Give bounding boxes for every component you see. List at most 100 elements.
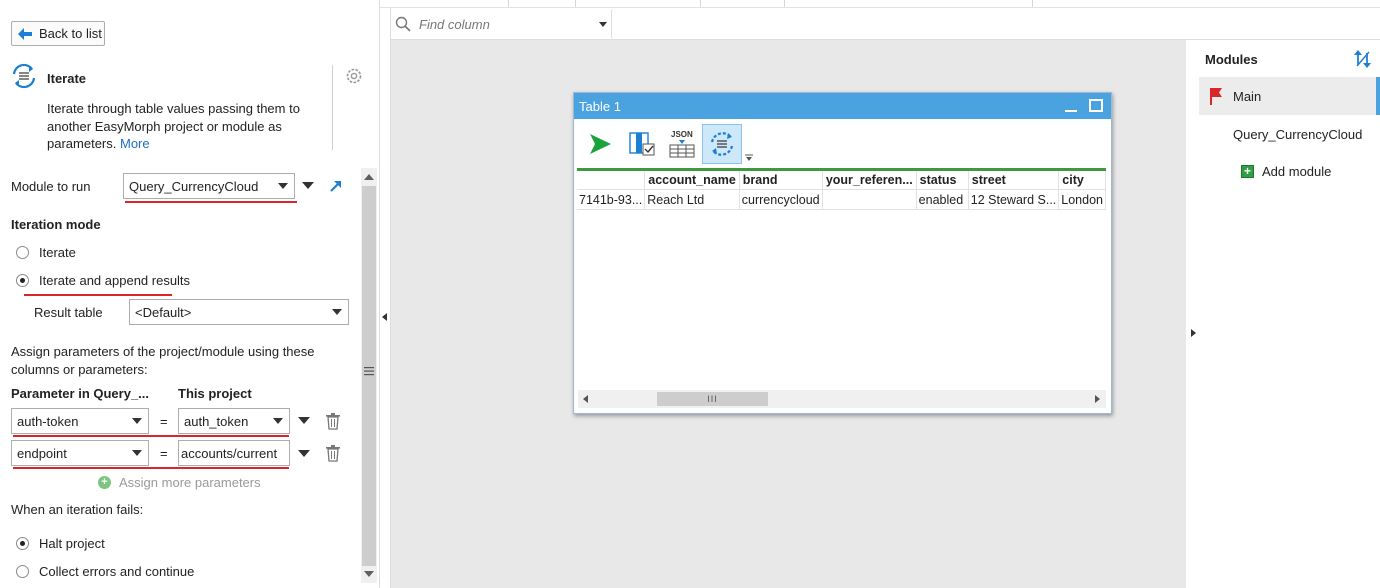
radio-iterate-append-label: Iterate and append results: [39, 273, 191, 288]
run-button[interactable]: [580, 124, 620, 164]
assign-more-parameters-button[interactable]: + Assign more parameters: [98, 475, 261, 490]
module-item-query-currencycloud[interactable]: Query_CurrencyCloud: [1199, 115, 1380, 153]
chevron-down-icon: [132, 450, 142, 456]
table-cell[interactable]: enabled: [916, 189, 969, 210]
add-square-icon: +: [1241, 165, 1254, 178]
radio-circle-selected: [16, 537, 29, 550]
json-table-icon: JSON: [669, 130, 695, 158]
radio-collect-errors-label: Collect errors and continue: [39, 564, 195, 579]
table-cell[interactable]: 12 Steward S...: [968, 189, 1060, 210]
table-cell[interactable]: [822, 189, 917, 210]
param-options-dropdown-icon[interactable]: [298, 450, 310, 457]
resize-grip-icon[interactable]: [364, 367, 374, 376]
failure-heading: When an iteration fails:: [11, 502, 144, 517]
action-settings-panel: Back to list Iterate Iterate through tab…: [0, 0, 380, 588]
table-window[interactable]: Table 1 JSON account_name brand your_ref…: [573, 92, 1112, 414]
annotation-underline: [125, 201, 297, 203]
iterate-action-button[interactable]: [702, 124, 742, 164]
right-panel-collapse-strip[interactable]: [1186, 40, 1199, 588]
radio-halt-project[interactable]: Halt project: [16, 536, 105, 551]
find-column-placeholder: Find column: [419, 16, 490, 32]
search-icon: [395, 16, 411, 32]
param-value: auth_token: [184, 413, 249, 429]
column-header[interactable]: your_referen...: [822, 168, 917, 190]
radio-iterate-label: Iterate: [39, 245, 76, 260]
chevron-down-icon: [332, 309, 342, 315]
add-module-button[interactable]: + Add module: [1241, 164, 1331, 179]
column-header[interactable]: city: [1058, 168, 1106, 190]
radio-iterate[interactable]: Iterate: [16, 245, 76, 260]
collapse-left-icon[interactable]: [382, 313, 387, 321]
param-value-select-1[interactable]: accounts/current: [178, 440, 290, 466]
json-import-button[interactable]: JSON: [662, 124, 702, 164]
table-row[interactable]: 7141b-93... Reach Ltd currencycloud enab…: [577, 189, 1106, 210]
column-header[interactable]: account_name: [644, 168, 740, 190]
trash-icon[interactable]: [325, 444, 341, 462]
table-window-titlebar[interactable]: Table 1: [574, 93, 1111, 119]
minimize-icon[interactable]: [1065, 110, 1077, 112]
radio-circle: [16, 565, 29, 578]
module-item-label: Main: [1233, 88, 1262, 104]
grid-horizontal-scrollbar[interactable]: III: [578, 390, 1106, 408]
chevron-down-icon: [278, 183, 288, 189]
table-cell[interactable]: London: [1058, 189, 1106, 210]
result-table-select[interactable]: <Default>: [129, 299, 349, 325]
scroll-down-icon[interactable]: [364, 571, 374, 577]
equals-sign: =: [160, 414, 168, 429]
module-to-run-select[interactable]: Query_CurrencyCloud: [123, 173, 295, 199]
params-column-right: This project: [178, 386, 252, 401]
param-name: auth-token: [17, 413, 79, 429]
play-icon: [590, 134, 611, 154]
column-header[interactable]: street: [968, 168, 1060, 190]
column-header[interactable]: [577, 168, 646, 190]
add-module-label: Add module: [1262, 164, 1332, 179]
column-header[interactable]: brand: [739, 168, 823, 190]
param-select-0[interactable]: auth-token: [11, 408, 149, 434]
scroll-right-icon[interactable]: [1095, 395, 1100, 403]
column-select-button[interactable]: [622, 124, 662, 164]
scroll-thumb[interactable]: [362, 186, 376, 566]
param-options-dropdown-icon[interactable]: [298, 417, 310, 424]
data-grid[interactable]: account_name brand your_referen... statu…: [577, 168, 1106, 390]
json-icon-text: JSON: [671, 130, 693, 139]
more-link[interactable]: More: [120, 136, 150, 151]
column-header[interactable]: status: [916, 168, 969, 190]
module-item-main[interactable]: Main: [1199, 77, 1380, 115]
back-arrow-icon: [18, 27, 32, 40]
find-bar-separator: [611, 10, 612, 38]
chevron-down-icon[interactable]: [599, 22, 607, 27]
back-to-list-label: Back to list: [39, 26, 102, 41]
back-to-list-button[interactable]: Back to list: [11, 21, 105, 46]
iterate-icon: [12, 63, 36, 89]
table-cell[interactable]: currencycloud: [739, 189, 823, 210]
maximize-icon[interactable]: [1089, 99, 1103, 112]
collapse-right-icon[interactable]: [1191, 329, 1196, 337]
action-title: Iterate: [47, 71, 87, 86]
trash-icon[interactable]: [325, 412, 341, 430]
left-panel-collapse-strip[interactable]: [380, 8, 391, 588]
sort-modules-icon[interactable]: [1353, 49, 1373, 69]
radio-collect-errors[interactable]: Collect errors and continue: [16, 564, 194, 579]
param-select-1[interactable]: endpoint: [11, 440, 149, 466]
toolbar-overflow-icon[interactable]: [745, 154, 753, 162]
find-column-bar: Find column: [391, 8, 1380, 40]
find-column-input[interactable]: Find column: [395, 10, 613, 38]
param-value-select-0[interactable]: auth_token: [178, 408, 290, 434]
radio-circle-selected: [16, 274, 29, 287]
modules-panel: Modules Main Query_CurrencyCloud + Add m…: [1199, 40, 1380, 588]
gear-icon[interactable]: [344, 66, 364, 86]
scroll-up-icon[interactable]: [364, 174, 374, 180]
table-header-row: account_name brand your_referen... statu…: [577, 168, 1106, 190]
iterate-icon: [710, 132, 734, 156]
radio-iterate-append[interactable]: Iterate and append results: [16, 273, 190, 288]
data-table: account_name brand your_referen... statu…: [577, 168, 1106, 210]
go-to-module-icon[interactable]: [328, 178, 344, 194]
scroll-left-icon[interactable]: [583, 395, 588, 403]
scroll-thumb[interactable]: III: [657, 392, 768, 406]
annotation-underline: [13, 467, 289, 469]
table-cell[interactable]: 7141b-93...: [577, 189, 646, 210]
module-options-dropdown-icon[interactable]: [302, 182, 314, 189]
result-table-label: Result table: [34, 305, 103, 320]
add-circle-icon: +: [98, 476, 111, 489]
table-cell[interactable]: Reach Ltd: [644, 189, 740, 210]
